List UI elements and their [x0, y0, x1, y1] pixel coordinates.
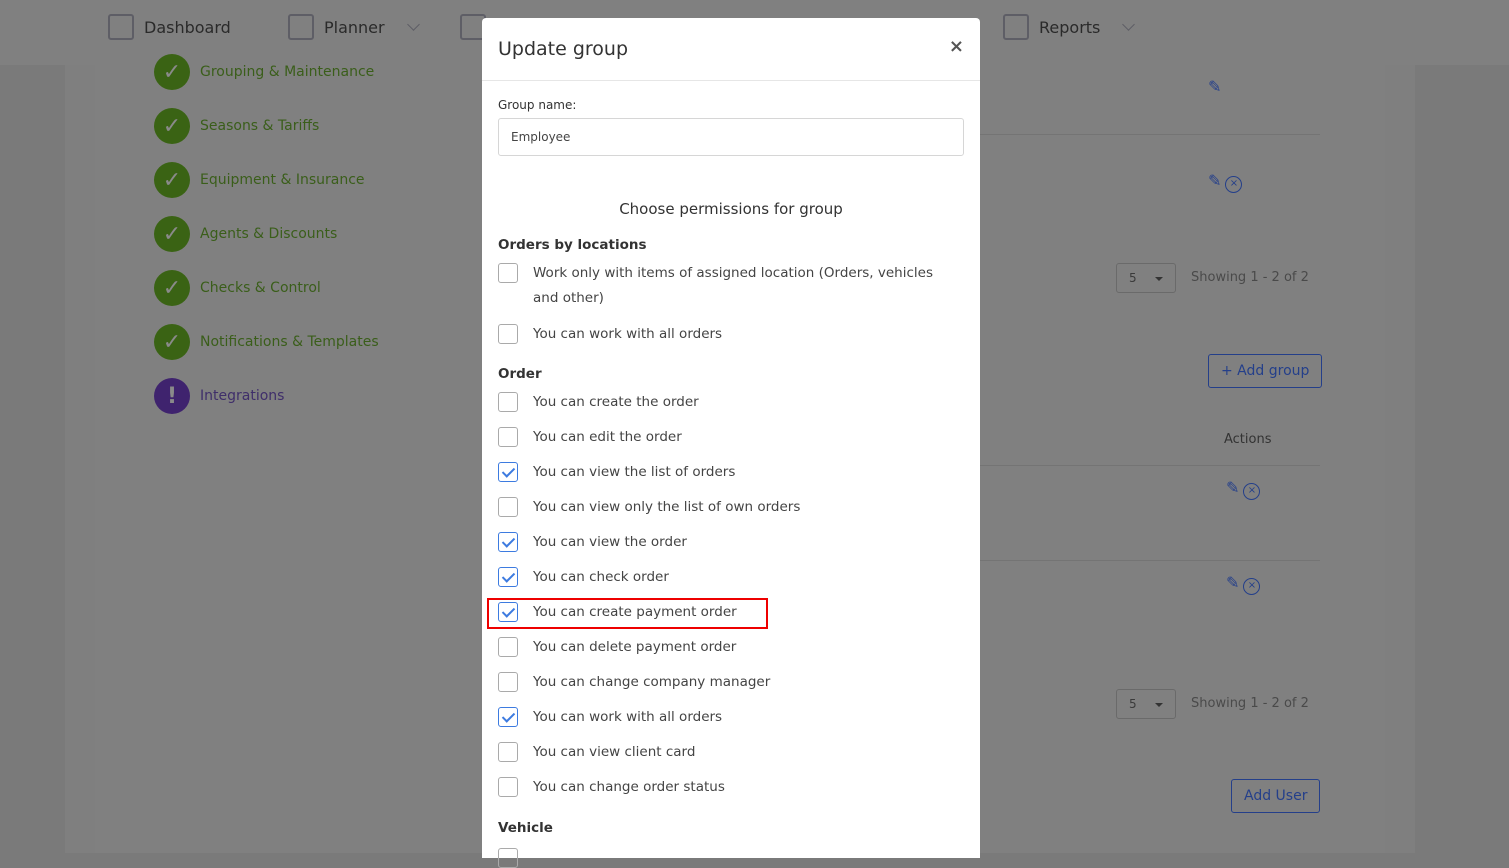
close-icon[interactable]: × — [949, 36, 964, 57]
reports-icon — [1003, 14, 1029, 40]
chevron-down-icon — [406, 18, 420, 31]
check-circle-icon: ✓ — [154, 216, 190, 252]
permission-checkbox[interactable] — [498, 777, 518, 797]
group-name-label: Group name: — [498, 98, 577, 112]
setup-step[interactable]: ! Integrations — [154, 378, 284, 414]
setup-step[interactable]: ✓ Grouping & Maintenance — [154, 54, 374, 90]
permission-checkbox[interactable] — [498, 532, 518, 552]
permission-checkbox[interactable] — [498, 602, 518, 622]
permission-item[interactable]: You can create the order — [498, 390, 948, 415]
setup-step[interactable]: ✓ Seasons & Tariffs — [154, 108, 319, 144]
permission-item[interactable] — [498, 846, 948, 868]
setup-step[interactable]: ✓ Notifications & Templates — [154, 324, 379, 360]
permission-item[interactable]: You can work with all orders — [498, 705, 948, 730]
permission-item[interactable]: Work only with items of assigned locatio… — [498, 261, 948, 311]
dashboard-icon — [108, 14, 134, 40]
check-circle-icon: ✓ — [154, 270, 190, 306]
permission-item[interactable]: You can change company manager — [498, 670, 948, 695]
pagination-info: Showing 1 - 2 of 2 — [1191, 270, 1309, 285]
pagination-info: Showing 1 - 2 of 2 — [1191, 696, 1309, 711]
permission-item[interactable]: You can create payment order — [498, 600, 948, 625]
exclamation-icon: ! — [154, 378, 190, 414]
row-actions: ✎ × — [1226, 573, 1261, 595]
permission-checkbox[interactable] — [498, 707, 518, 727]
actions-header: Actions — [1224, 432, 1272, 447]
permission-item[interactable]: You can view client card — [498, 740, 948, 765]
row-actions: ✎ × — [1208, 171, 1243, 193]
permission-checkbox[interactable] — [498, 567, 518, 587]
permission-item[interactable]: You can change order status — [498, 775, 948, 800]
permission-item[interactable]: You can delete payment order — [498, 635, 948, 660]
setup-step[interactable]: ✓ Checks & Control — [154, 270, 321, 306]
nav-dashboard[interactable]: Dashboard — [108, 14, 231, 40]
row-actions: ✎ × — [1226, 478, 1261, 500]
planner-icon — [288, 14, 314, 40]
permission-checkbox[interactable] — [498, 427, 518, 447]
permission-checkbox[interactable] — [498, 263, 518, 283]
page-border — [1385, 65, 1415, 853]
check-circle-icon: ✓ — [154, 108, 190, 144]
edit-icon[interactable]: ✎ — [1208, 171, 1221, 190]
check-circle-icon: ✓ — [154, 162, 190, 198]
check-circle-icon: ✓ — [154, 324, 190, 360]
update-group-modal: Update group × Group name: Choose permis… — [482, 18, 980, 868]
edit-icon[interactable]: ✎ — [1226, 573, 1239, 592]
setup-step[interactable]: ✓ Equipment & Insurance — [154, 162, 365, 198]
nav-reports[interactable]: Reports — [1003, 14, 1136, 40]
permission-section-title: Order — [498, 366, 542, 382]
group-name-input[interactable] — [498, 118, 964, 156]
permission-item[interactable]: You can check order — [498, 565, 948, 590]
delete-icon[interactable]: × — [1225, 176, 1243, 193]
permission-item[interactable]: You can view only the list of own orders — [498, 495, 948, 520]
permission-checkbox[interactable] — [498, 742, 518, 762]
check-circle-icon: ✓ — [154, 54, 190, 90]
permission-checkbox[interactable] — [498, 324, 518, 344]
permission-checkbox[interactable] — [498, 392, 518, 412]
edit-icon[interactable]: ✎ — [1208, 77, 1221, 96]
nav-planner[interactable]: Planner — [288, 14, 420, 40]
permission-section-title: Vehicle — [498, 820, 553, 836]
add-user-button[interactable]: Add User — [1231, 779, 1321, 813]
permission-checkbox[interactable] — [498, 497, 518, 517]
permission-item[interactable]: You can work with all orders — [498, 322, 948, 347]
permission-section-title: Orders by locations — [498, 237, 647, 253]
permission-checkbox[interactable] — [498, 462, 518, 482]
page-border — [65, 65, 95, 853]
setup-step[interactable]: ✓ Agents & Discounts — [154, 216, 337, 252]
modal-title: Update group — [482, 18, 980, 81]
page-size-select[interactable]: 5 — [1116, 689, 1176, 719]
delete-icon[interactable]: × — [1243, 578, 1261, 595]
permission-checkbox[interactable] — [498, 848, 518, 868]
permission-item[interactable]: You can view the list of orders — [498, 460, 948, 485]
permission-item[interactable]: You can edit the order — [498, 425, 948, 450]
permissions-heading: Choose permissions for group — [619, 200, 843, 218]
delete-icon[interactable]: × — [1243, 483, 1261, 500]
add-group-button[interactable]: + Add group — [1208, 354, 1323, 388]
page-size-select[interactable]: 5 — [1116, 263, 1176, 293]
edit-icon[interactable]: ✎ — [1226, 478, 1239, 497]
chevron-down-icon — [1122, 18, 1136, 31]
permission-item[interactable]: You can view the order — [498, 530, 948, 555]
permission-checkbox[interactable] — [498, 672, 518, 692]
permission-checkbox[interactable] — [498, 637, 518, 657]
